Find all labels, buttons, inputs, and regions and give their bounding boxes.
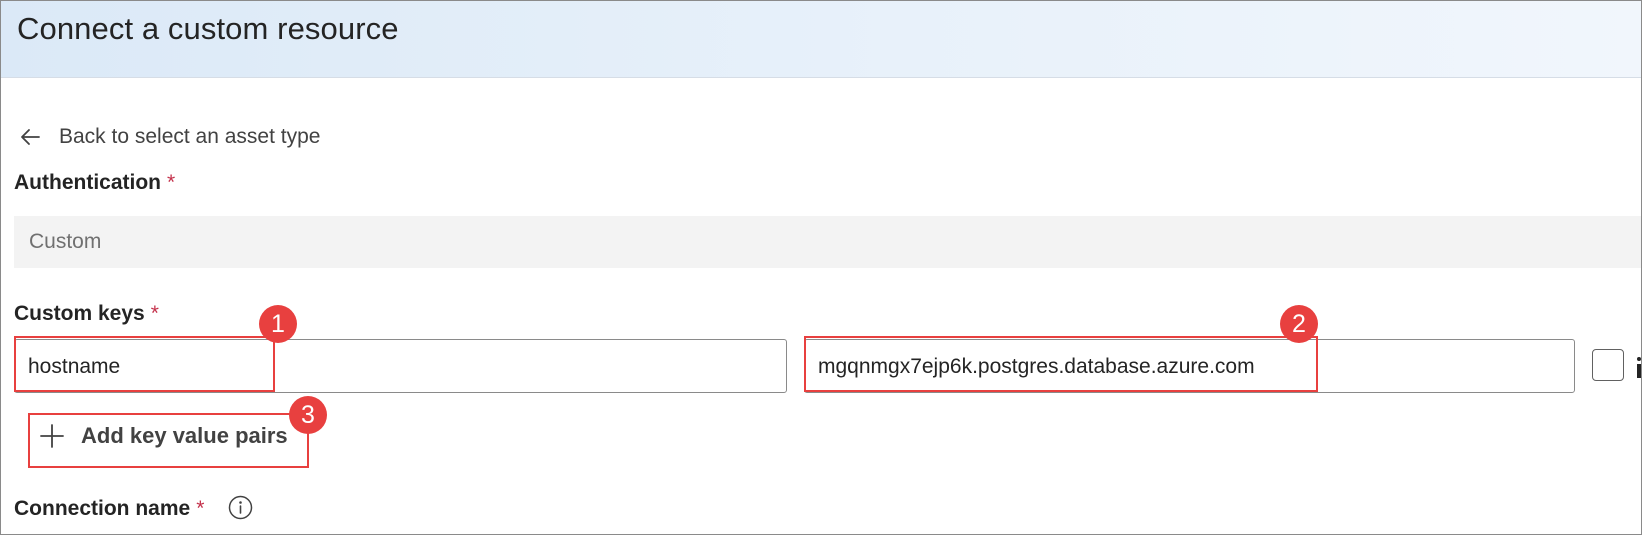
authentication-label-text: Authentication [14, 171, 161, 194]
truncated-info-icon [1637, 353, 1641, 379]
dialog-panel: Connect a custom resource Back to select… [0, 0, 1642, 535]
required-asterisk: * [196, 497, 205, 520]
custom-key-input[interactable]: hostname [14, 339, 787, 393]
custom-value-input[interactable]: mgqnmgx7ejp6k.postgres.database.azure.co… [804, 339, 1575, 393]
panel-header: Connect a custom resource [1, 1, 1641, 78]
add-key-value-pairs-label: Add key value pairs [81, 423, 288, 448]
annotation-badge-1: 1 [259, 305, 297, 343]
secret-checkbox[interactable] [1592, 349, 1624, 381]
plus-icon [39, 423, 65, 449]
custom-keys-label: Custom keys * [14, 302, 159, 326]
info-icon[interactable] [228, 495, 253, 520]
annotation-badge-3: 3 [289, 396, 327, 434]
authentication-label: Authentication * [14, 171, 175, 195]
required-asterisk: * [167, 171, 176, 194]
required-asterisk: * [150, 302, 159, 325]
connection-name-label: Connection name * [14, 497, 204, 521]
back-to-asset-type-link[interactable]: Back to select an asset type [19, 122, 320, 152]
back-link-label: Back to select an asset type [59, 125, 321, 148]
annotation-badge-2: 2 [1280, 305, 1318, 343]
authentication-value: Custom [29, 230, 102, 253]
arrow-left-icon [19, 126, 41, 148]
connection-name-label-text: Connection name [14, 497, 191, 520]
page-title: Connect a custom resource [17, 11, 399, 46]
custom-keys-label-text: Custom keys [14, 302, 145, 325]
custom-key-value: hostname [28, 355, 121, 378]
custom-value-value: mgqnmgx7ejp6k.postgres.database.azure.co… [818, 355, 1255, 378]
authentication-field[interactable]: Custom [14, 216, 1641, 268]
add-key-value-pairs-button[interactable]: Add key value pairs [39, 419, 288, 453]
